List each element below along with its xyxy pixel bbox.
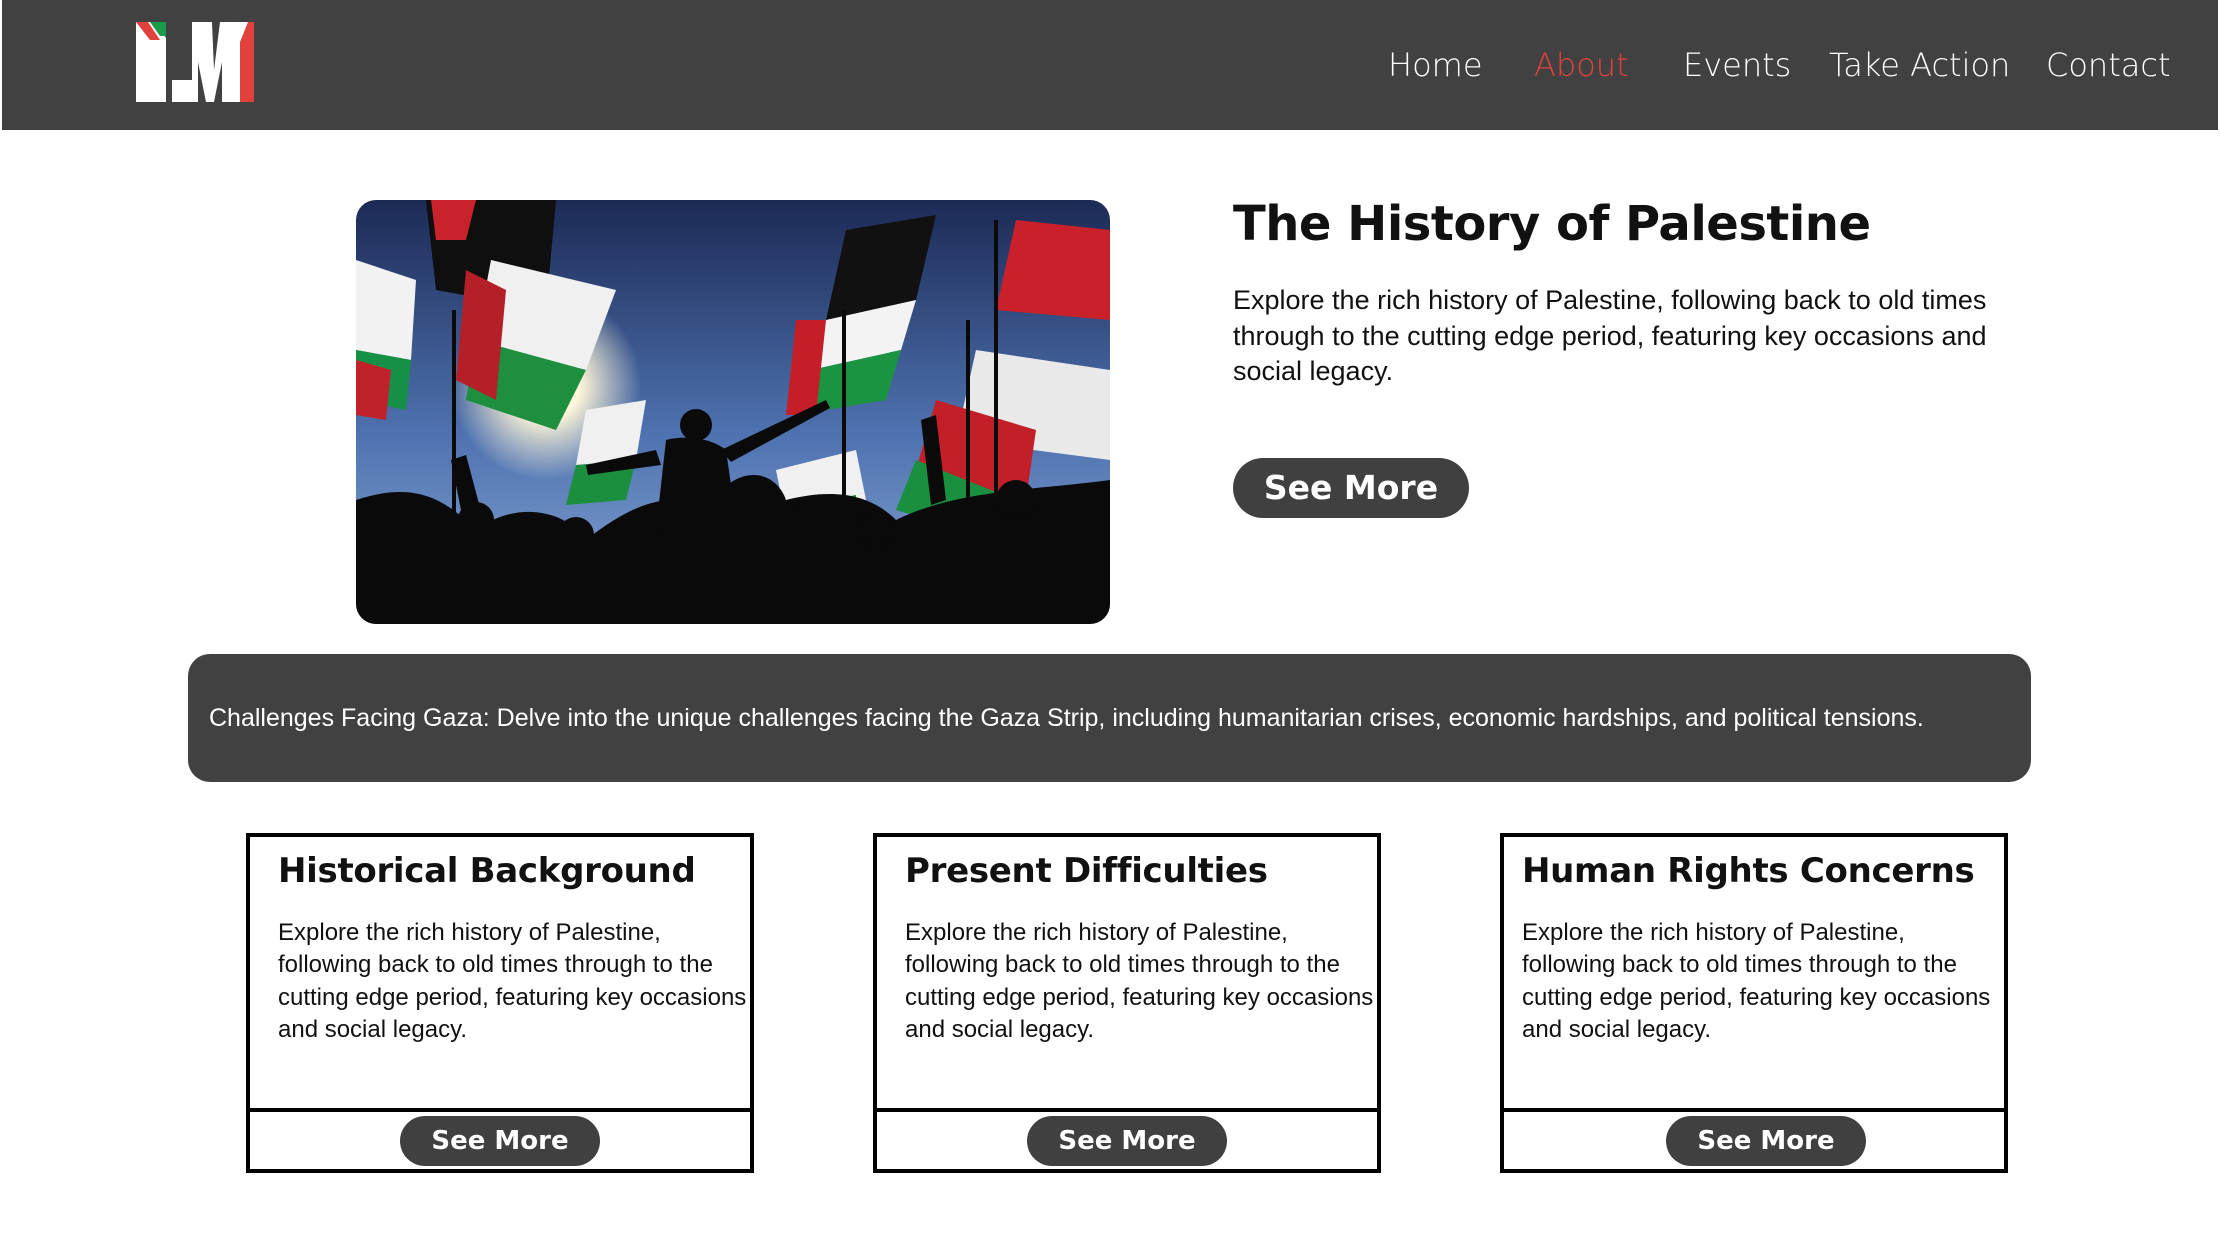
top-navbar: Home About Events Take Action Contact	[2, 0, 2218, 130]
see-more-button[interactable]: See More	[400, 1116, 600, 1166]
banner-text: Challenges Facing Gaza: Delve into the u…	[209, 704, 1924, 732]
nav-contact[interactable]: Contact	[2046, 40, 2171, 90]
gaza-challenges-banner: Challenges Facing Gaza: Delve into the u…	[188, 654, 2031, 782]
card-historical-background: Historical Background Explore the rich h…	[246, 833, 754, 1173]
card-title: Historical Background	[278, 851, 696, 891]
card-title: Present Difficulties	[905, 851, 1268, 891]
card-footer: See More	[1504, 1108, 2004, 1173]
card-footer: See More	[877, 1108, 1377, 1173]
nav-take-action[interactable]: Take Action	[1829, 40, 2010, 90]
nav-home[interactable]: Home	[1388, 40, 1483, 90]
card-present-difficulties: Present Difficulties Explore the rich hi…	[873, 833, 1381, 1173]
see-more-button[interactable]: See More	[1666, 1116, 1866, 1166]
palestinian-flags-photo-icon	[356, 200, 1110, 624]
card-footer: See More	[250, 1108, 750, 1173]
logo-icon[interactable]	[136, 22, 254, 102]
card-description: Explore the rich history of Palestine, f…	[1522, 919, 1991, 1043]
see-more-button[interactable]: See More	[1027, 1116, 1227, 1166]
nav-events[interactable]: Events	[1683, 40, 1791, 90]
nav-about[interactable]: About	[1534, 40, 1629, 90]
card-description: Explore the rich history of Palestine, f…	[905, 919, 1374, 1043]
hero-see-more-button[interactable]: See More	[1233, 458, 1469, 518]
hero-description: Explore the rich history of Palestine, f…	[1233, 285, 1987, 386]
card-human-rights-concerns: Human Rights Concerns Explore the rich h…	[1500, 833, 2008, 1173]
card-description: Explore the rich history of Palestine, f…	[278, 919, 747, 1043]
hero-photo	[356, 200, 1110, 624]
hero-title: The History of Palestine	[1233, 196, 1871, 252]
card-title: Human Rights Concerns	[1522, 851, 1975, 891]
